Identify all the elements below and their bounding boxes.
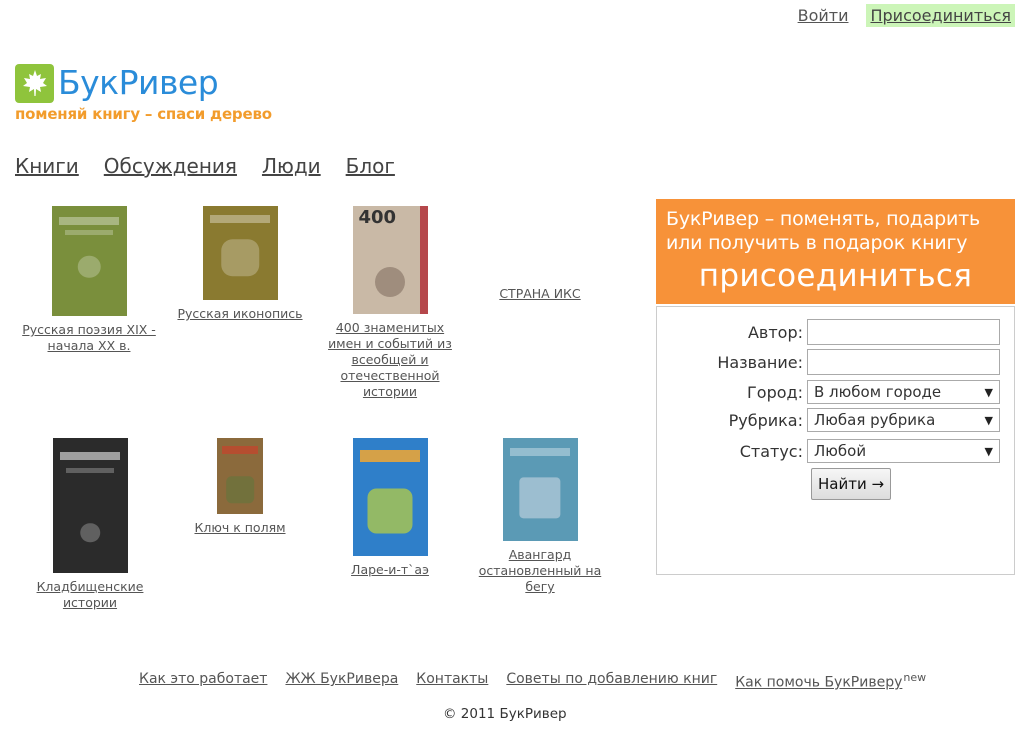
- status-select[interactable]: Любой ▼: [807, 439, 1000, 463]
- book-cover[interactable]: 400: [352, 206, 428, 314]
- rubric-select-value: Любая рубрика: [814, 411, 936, 429]
- book-item: СТРАНА ИКС: [476, 286, 604, 302]
- nav-books[interactable]: Книги: [15, 154, 79, 178]
- copyright: © 2011 БукРивер: [443, 706, 567, 722]
- author-label: Автор:: [747, 322, 803, 342]
- book-item: Ключ к полям: [176, 438, 304, 536]
- rubric-label: Рубрика:: [728, 410, 803, 430]
- book-item: 400 400 знаменитых имен и событий из все…: [326, 206, 454, 400]
- status-row: Статус: Любой ▼: [657, 439, 1014, 463]
- footer-lj[interactable]: ЖЖ БукРивера: [285, 671, 398, 691]
- book-title[interactable]: 400 знаменитых имен и событий из всеобще…: [328, 320, 452, 399]
- new-badge: new: [903, 671, 927, 684]
- title-input[interactable]: [807, 349, 1000, 375]
- book-cover[interactable]: [352, 438, 428, 556]
- city-row: Город: В любом городе ▼: [657, 380, 1014, 404]
- book-title[interactable]: Русская иконопись: [177, 306, 302, 321]
- book-cover[interactable]: [217, 438, 263, 514]
- book-item: Авангард остановленный на бегу: [476, 438, 604, 595]
- book-item: Кладбищенские истории: [26, 438, 154, 611]
- book-title[interactable]: Ларе-и-т`аэ: [351, 562, 429, 577]
- status-label: Статус:: [739, 441, 803, 461]
- author-row: Автор:: [657, 319, 1014, 345]
- city-select[interactable]: В любом городе ▼: [807, 380, 1000, 404]
- login-link[interactable]: Войти: [794, 4, 853, 27]
- logo-tagline: поменяй книгу – спаси дерево: [15, 105, 272, 123]
- nav-discussions[interactable]: Обсуждения: [104, 154, 237, 178]
- join-promo-banner[interactable]: БукРивер – поменять, подарить или получи…: [656, 199, 1015, 304]
- book-title[interactable]: Русская поэзия XIX - начала XX в.: [22, 322, 156, 353]
- footer-contacts[interactable]: Контакты: [416, 671, 488, 691]
- book-cover[interactable]: [52, 438, 128, 573]
- book-item: Ларе-и-т`аэ: [326, 438, 454, 578]
- status-select-value: Любой: [814, 442, 867, 460]
- author-input[interactable]: [807, 319, 1000, 345]
- book-title[interactable]: Ключ к полям: [194, 520, 285, 535]
- dropdown-arrow-icon: ▼: [984, 385, 993, 399]
- title-row: Название:: [657, 349, 1014, 375]
- logo-name: БукРивер: [58, 63, 219, 102]
- rubric-select[interactable]: Любая рубрика ▼: [807, 408, 1000, 432]
- book-title[interactable]: СТРАНА ИКС: [499, 286, 580, 301]
- footer-how-it-works[interactable]: Как это работает: [139, 671, 267, 691]
- find-button[interactable]: Найти →: [811, 468, 892, 500]
- book-cover[interactable]: [51, 206, 127, 316]
- title-label: Название:: [717, 352, 803, 372]
- footer-help-item: Как помочь БукРиверуnew: [735, 671, 926, 691]
- book-cover[interactable]: [202, 206, 278, 300]
- dropdown-arrow-icon: ▼: [984, 413, 993, 427]
- city-label: Город:: [747, 382, 803, 402]
- promo-join-link[interactable]: присоединиться: [666, 258, 1005, 294]
- footer-help[interactable]: Как помочь БукРиверу: [735, 675, 902, 691]
- logo[interactable]: БукРивер поменяй книгу – спаси дерево: [15, 63, 272, 123]
- book-search-form: Автор: Название: Город: В любом городе ▼…: [656, 306, 1015, 575]
- book-item: Русская иконопись: [176, 206, 304, 322]
- book-cover[interactable]: [502, 438, 578, 541]
- nav-people[interactable]: Люди: [262, 154, 321, 178]
- rubric-row: Рубрика: Любая рубрика ▼: [657, 408, 1014, 432]
- book-title[interactable]: Кладбищенские истории: [37, 579, 144, 610]
- city-select-value: В любом городе: [814, 383, 942, 401]
- maple-leaf-icon: [15, 63, 54, 103]
- dropdown-arrow-icon: ▼: [984, 444, 993, 458]
- auth-links: Войти Присоединиться: [794, 4, 1015, 27]
- footer-links: Как это работает ЖЖ БукРивера Контакты С…: [139, 671, 926, 691]
- book-item: Русская поэзия XIX - начала XX в.: [22, 206, 156, 354]
- book-title[interactable]: Авангард остановленный на бегу: [479, 547, 601, 594]
- main-nav: Книги Обсуждения Люди Блог: [15, 154, 420, 178]
- nav-blog[interactable]: Блог: [346, 154, 395, 178]
- join-link[interactable]: Присоединиться: [866, 4, 1015, 27]
- promo-text: БукРивер – поменять, подарить или получи…: [666, 208, 981, 254]
- footer-tips[interactable]: Советы по добавлению книг: [506, 671, 717, 691]
